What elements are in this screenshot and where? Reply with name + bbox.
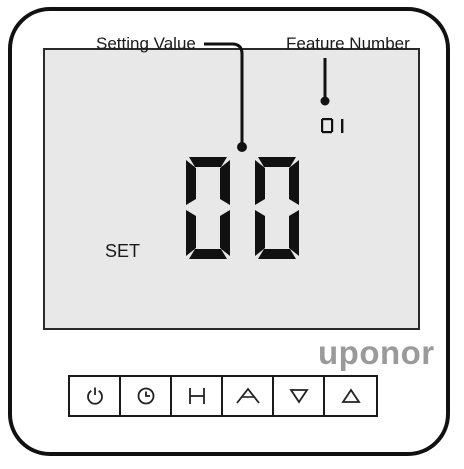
down-button[interactable] xyxy=(274,377,325,415)
clock-icon xyxy=(137,387,154,405)
main-digit-1 xyxy=(186,157,230,259)
triangle-up-icon xyxy=(340,388,361,403)
up-button[interactable] xyxy=(325,377,376,415)
feature-digit-1 xyxy=(341,119,344,133)
setting-value-callout-line xyxy=(204,42,244,150)
caret-up-button[interactable] xyxy=(223,377,274,415)
triangle-down-icon xyxy=(288,389,309,404)
uponor-logo: uponor xyxy=(318,334,435,371)
clock-button[interactable] xyxy=(121,377,172,415)
control-buttons xyxy=(68,375,378,417)
power-icon xyxy=(86,387,103,405)
main-digit-2 xyxy=(255,157,299,259)
caret-up-icon xyxy=(235,387,260,404)
h-button[interactable] xyxy=(172,377,223,415)
feature-number-callout-dot xyxy=(320,96,330,106)
power-button[interactable] xyxy=(70,377,121,415)
h-icon xyxy=(188,388,205,404)
setting-value-callout-dot xyxy=(237,142,247,152)
feature-digit-0 xyxy=(321,118,334,134)
